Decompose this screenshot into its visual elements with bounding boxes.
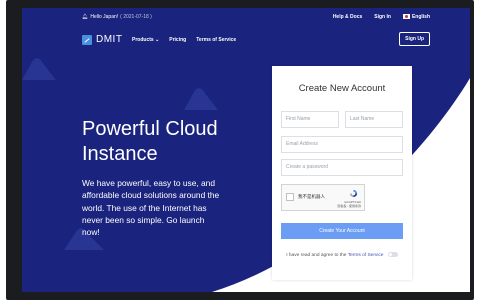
bell-icon: 🔔︎ [82, 14, 89, 20]
language-selector[interactable]: English [402, 14, 430, 20]
first-name-field[interactable]: First Name [281, 111, 339, 128]
recaptcha-links[interactable]: 隐私权 - 使用条款 [337, 204, 361, 208]
form-title: Create New Account [298, 83, 386, 94]
chevron-down-icon: ⌄ [155, 37, 160, 43]
nav-products-label: Products [132, 37, 154, 43]
nav-terms[interactable]: Terms of Service [196, 37, 236, 43]
help-docs-link[interactable]: Help & Docs [333, 14, 362, 20]
nav-products[interactable]: Products ⌄ [132, 37, 159, 43]
greeting-date: ( 2021-07-18 ) [120, 14, 152, 20]
japan-flag-icon [402, 14, 410, 20]
agree-toggle[interactable] [387, 252, 398, 257]
language-label: English [411, 14, 430, 20]
brand-logo[interactable]: DMIT [82, 34, 122, 45]
email-field[interactable]: Email Address [281, 136, 403, 153]
logo-mark-icon [82, 34, 92, 45]
hero-description: We have powerful, easy to use, and affor… [82, 178, 220, 238]
brand-name: DMIT [96, 34, 123, 45]
cloud-shape-mid [184, 88, 218, 110]
recaptcha-brand: reCAPTCHA 隐私权 - 使用条款 [337, 200, 361, 208]
recaptcha-checkbox[interactable] [286, 193, 294, 201]
sign-up-button[interactable]: Sign Up [399, 32, 430, 46]
terms-agreement: I have read and agree to the Terms of Se… [272, 252, 412, 258]
terms-link[interactable]: Terms of Service [348, 253, 384, 258]
screen: 🔔︎ Hello Japan! ( 2021-07-18 ) Help & Do… [22, 8, 470, 292]
greeting-group: 🔔︎ Hello Japan! ( 2021-07-18 ) [82, 14, 152, 20]
hero-title: Powerful Cloud Instance [82, 118, 218, 165]
last-name-field[interactable]: Last Name [345, 111, 403, 128]
sign-in-link[interactable]: Sign In [374, 14, 391, 20]
top-links: Help & Docs Sign In English [333, 14, 430, 20]
nav-links: Products ⌄ Pricing Terms of Service [132, 37, 236, 43]
agree-text: I have read and agree to the [286, 252, 347, 258]
create-account-button[interactable]: Create Your Account [281, 223, 403, 239]
signup-form-card: Create New Account First Name Last Name … [272, 66, 412, 280]
recaptcha-label: 我不是机器人 [298, 194, 325, 199]
device-frame: 🔔︎ Hello Japan! ( 2021-07-18 ) Help & Do… [6, 0, 474, 300]
top-bar: 🔔︎ Hello Japan! ( 2021-07-18 ) Help & Do… [22, 8, 470, 28]
recaptcha-widget: 我不是机器人 reCAPTCHA 隐私权 - 使用条款 [281, 184, 365, 211]
recaptcha-logo-icon [349, 189, 358, 198]
cloud-shape-left [22, 58, 56, 80]
password-field[interactable]: Create a password [281, 159, 403, 176]
main-nav: DMIT Products ⌄ Pricing Terms of Service… [22, 32, 470, 52]
greeting-text: Hello Japan! [90, 14, 119, 20]
nav-pricing[interactable]: Pricing [169, 37, 186, 43]
